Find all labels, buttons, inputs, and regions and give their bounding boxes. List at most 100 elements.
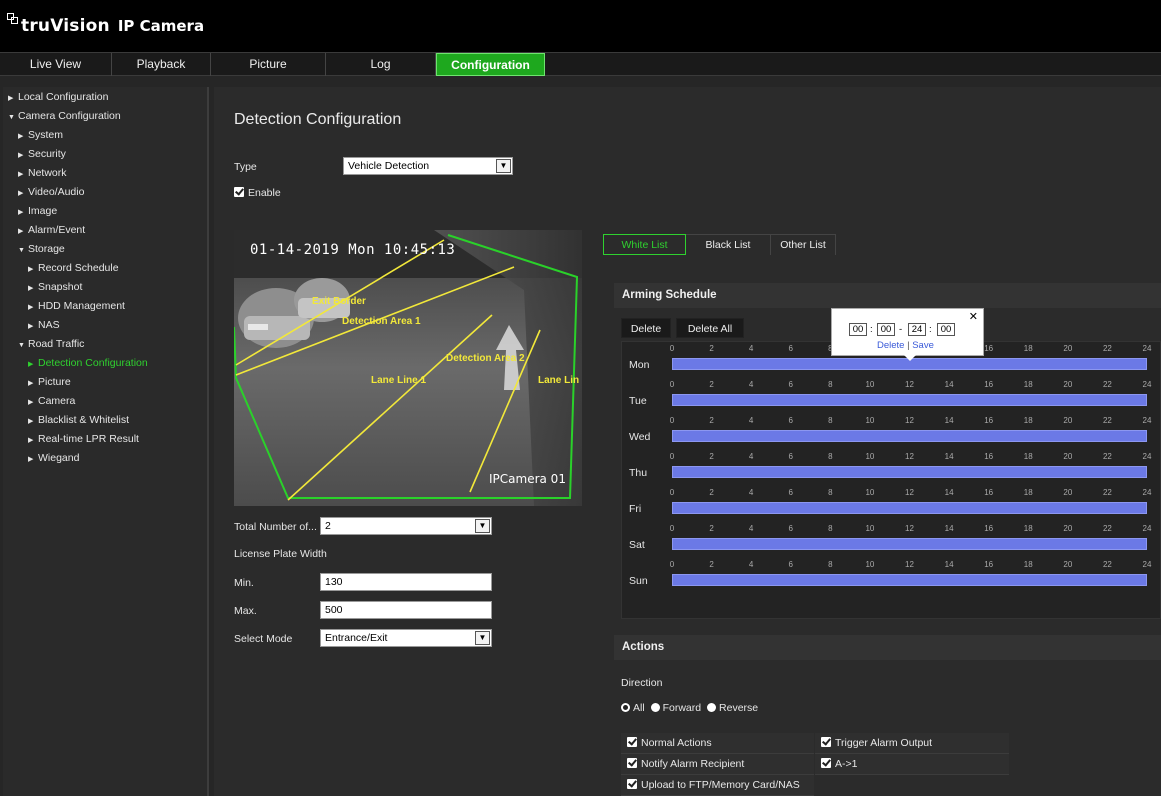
notify-recipient-checkbox[interactable] [627,758,637,768]
hour-tick-label: 18 [1023,416,1033,425]
video-preview[interactable]: 01-14-2019 Mon 10:45:13 IPCamera 01 Exit… [234,230,582,506]
schedule-bar-wed[interactable] [672,430,1147,442]
hour-tick-label: 6 [788,560,793,569]
radio-all-label: All [633,702,645,714]
tab-log[interactable]: Log [326,53,436,76]
product-name: IP Camera [117,17,205,35]
schedule-bar-sat[interactable] [672,538,1147,550]
schedule-bar-thu[interactable] [672,466,1147,478]
popup-save-link[interactable]: Save [912,340,934,351]
sidebar-item-network[interactable]: ▶ Network [18,164,67,182]
sidebar-item-nas[interactable]: ▶ NAS [28,316,60,334]
upload-checkbox[interactable] [627,779,637,789]
hour-tick-label: 10 [865,524,875,533]
notify-recipient-row[interactable]: Notify Alarm Recipient [621,754,814,775]
hour-tick-label: 16 [984,344,994,353]
hour-tick-label: 22 [1102,344,1112,353]
delete-button[interactable]: Delete [621,318,671,338]
sidebar-item-video-audio[interactable]: ▶ Video/Audio [18,183,84,201]
hour-tick-label: 0 [669,344,675,353]
popup-delete-link[interactable]: Delete [877,340,904,351]
sidebar-item-alarm-event[interactable]: ▶ Alarm/Event [18,221,85,239]
enable-checkbox-row[interactable]: Enable [234,187,281,199]
upload-row[interactable]: Upload to FTP/Memory Card/NAS [621,775,814,796]
type-select[interactable]: Vehicle Detection ▼ [343,157,513,175]
caret-right-icon: ▶ [28,399,34,406]
sidebar-item-label: Picture [38,376,71,388]
sidebar-item-camera[interactable]: ▶ Camera [28,392,75,410]
min-width-input[interactable]: 130 [320,573,492,591]
total-lanes-value: 2 [325,520,331,532]
end-hour-input[interactable]: 24 [908,323,926,336]
sidebar-item-security[interactable]: ▶ Security [18,145,66,163]
main-nav: Live View Playback Picture Log Configura… [0,52,1161,76]
hour-tick-label: 16 [984,488,994,497]
sidebar-item-image[interactable]: ▶ Image [18,202,57,220]
sidebar-item-local-configuration[interactable]: ▶ Local Configuration [8,88,108,106]
tab-picture[interactable]: Picture [211,53,326,76]
sidebar-item-hdd-management[interactable]: ▶ HDD Management [28,297,125,315]
plate-width-label: License Plate Width [234,548,327,560]
sidebar-item-road-traffic[interactable]: ▼ Road Traffic [18,335,84,353]
radio-forward[interactable] [650,703,660,712]
hour-tick-label: 2 [709,380,714,389]
colon-sep: : [870,324,873,335]
chevron-down-icon: ▼ [475,631,490,645]
enable-checkbox[interactable] [234,187,244,197]
sidebar-item-system[interactable]: ▶ System [18,126,63,144]
direction-label: Direction [621,677,663,689]
schedule-bar-fri[interactable] [672,502,1147,514]
close-icon[interactable]: ✕ [969,310,978,323]
caret-right-icon: ▶ [18,190,24,197]
sidebar-item-label: Real-time LPR Result [38,433,139,445]
sidebar-item-label: Road Traffic [28,338,85,350]
sidebar-item-picture[interactable]: ▶ Picture [28,373,71,391]
total-lanes-select[interactable]: 2 ▼ [320,517,492,535]
day-label-thu: Thu [629,467,648,479]
tab-black-list[interactable]: Black List [686,234,771,255]
hour-tick-label: 6 [788,452,793,461]
total-lanes-label: Total Number of... [234,521,317,533]
tab-configuration[interactable]: Configuration [436,53,545,76]
normal-actions-row[interactable]: Normal Actions [621,733,814,754]
max-width-input[interactable]: 500 [320,601,492,619]
start-hour-input[interactable]: 00 [849,323,867,336]
hour-tick-label: 18 [1023,452,1033,461]
hour-tick-label: 10 [865,416,875,425]
hour-tick-label: 8 [828,488,833,497]
hour-tick-label: 14 [944,524,954,533]
sidebar-item-camera-configuration[interactable]: ▼ Camera Configuration [8,107,121,125]
radio-reverse[interactable] [707,703,717,712]
hour-tick-label: 24 [1142,416,1152,425]
tab-white-list[interactable]: White List [603,234,686,255]
day-label-wed: Wed [629,431,651,443]
config-sidebar: ▶ Local Configuration ▼ Camera Configuratio… [3,87,209,796]
trigger-alarm-output-row[interactable]: Trigger Alarm Output [815,733,1009,754]
sidebar-item-label: Detection Configuration [38,357,148,369]
select-mode-select[interactable]: Entrance/Exit ▼ [320,629,492,647]
delete-all-button[interactable]: Delete All [676,318,744,338]
sidebar-item-label: Snapshot [38,281,83,293]
tab-other-list[interactable]: Other List [771,234,836,255]
normal-actions-checkbox[interactable] [627,737,637,747]
sidebar-item-detection-configuration[interactable]: ▶ Detection Configuration [28,354,148,372]
end-minute-input[interactable]: 00 [937,323,955,336]
sidebar-item-wiegand[interactable]: ▶ Wiegand [28,449,79,467]
alarm-output-item-checkbox[interactable] [821,758,831,768]
trigger-alarm-output-checkbox[interactable] [821,737,831,747]
hour-tick-label: 12 [905,452,914,461]
sidebar-item-record-schedule[interactable]: ▶ Record Schedule [28,259,119,277]
tab-live-view[interactable]: Live View [0,53,112,76]
hour-tick-label: 12 [905,380,914,389]
sidebar-item-blacklist-whitelist[interactable]: ▶ Blacklist & Whitelist [28,411,129,429]
start-minute-input[interactable]: 00 [877,323,895,336]
alarm-output-item-row[interactable]: A->1 [815,754,1009,775]
tab-playback[interactable]: Playback [112,53,211,76]
radio-all[interactable] [621,703,630,712]
sidebar-item-snapshot[interactable]: ▶ Snapshot [28,278,82,296]
schedule-bar-tue[interactable] [672,394,1147,406]
hour-tick-label: 20 [1063,416,1073,425]
sidebar-item-storage[interactable]: ▼ Storage [18,240,65,258]
schedule-bar-sun[interactable] [672,574,1147,586]
sidebar-item-real-time-lpr-result[interactable]: ▶ Real-time LPR Result [28,430,139,448]
